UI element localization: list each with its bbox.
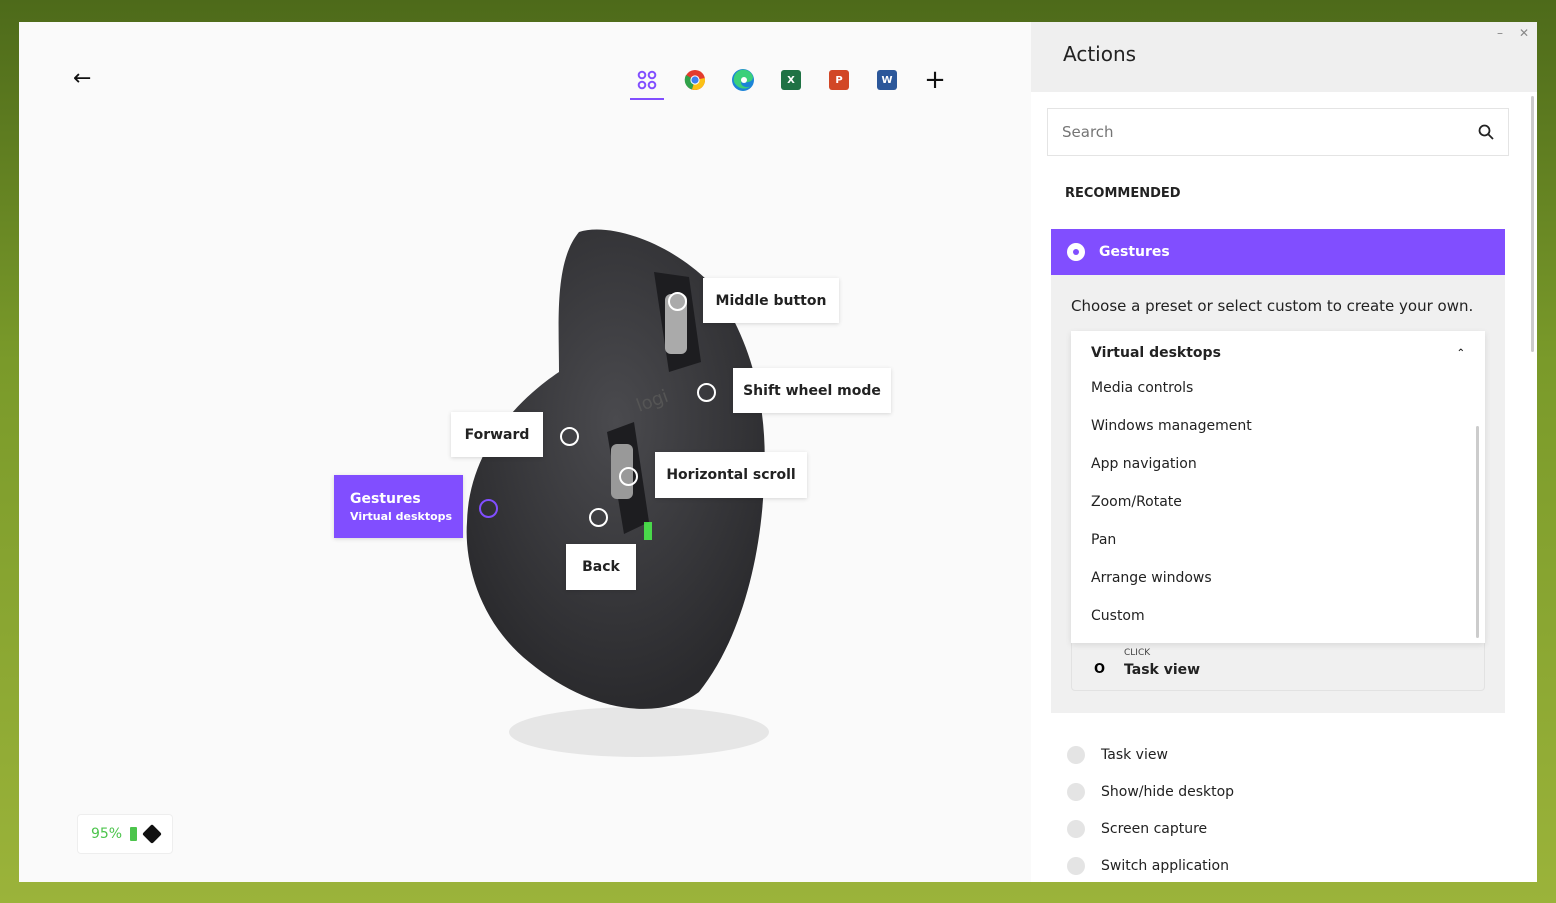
powerpoint-icon: P (829, 70, 849, 90)
callout-shift-wheel-mode[interactable]: Shift wheel mode (733, 368, 891, 413)
action-item[interactable]: Screen capture (1067, 810, 1234, 847)
hotspot-forward[interactable] (560, 427, 579, 446)
app-tabs: X P W + (630, 62, 951, 100)
actions-list: Task view Show/hide desktop Screen captu… (1067, 736, 1234, 882)
hotspot-gestures[interactable] (479, 499, 498, 518)
callout-horizontal-scroll[interactable]: Horizontal scroll (655, 452, 807, 498)
radio-icon (1067, 745, 1085, 764)
dropdown-scrollbar[interactable] (1476, 426, 1479, 638)
callout-gestures[interactable]: Gestures Virtual desktops (334, 475, 463, 538)
action-label: Show/hide desktop (1101, 783, 1235, 800)
callout-back[interactable]: Back (566, 544, 636, 590)
action-label: Screen capture (1101, 820, 1208, 837)
action-label: Task view (1101, 746, 1168, 763)
callout-middle-button[interactable]: Middle button (703, 278, 839, 323)
preset-dropdown-header[interactable]: Virtual desktops ⌃ (1071, 331, 1485, 375)
callout-forward[interactable]: Forward (451, 412, 543, 457)
add-application-button[interactable]: + (919, 62, 951, 98)
app-window: ← X P W + logi Middle button Shift wheel… (19, 22, 1537, 882)
action-gestures[interactable]: Gestures (1051, 229, 1505, 275)
action-item[interactable]: Task view (1067, 736, 1234, 773)
gesture-direction-icon: O (1094, 662, 1106, 677)
action-gestures-label: Gestures (1099, 244, 1170, 260)
battery-icon (130, 827, 138, 841)
action-item[interactable]: Show/hide desktop (1067, 773, 1234, 810)
chrome-icon (684, 70, 705, 90)
actions-header: Actions – ✕ (1031, 22, 1537, 92)
tab-chrome[interactable] (679, 62, 711, 98)
preset-option[interactable]: Pan (1071, 527, 1485, 565)
arrow-left-icon: ← (73, 66, 92, 91)
preset-option[interactable]: Windows management (1071, 413, 1485, 451)
preset-option[interactable]: Zoom/Rotate (1071, 489, 1485, 527)
gestures-sub-label: Virtual desktops (350, 509, 453, 523)
excel-icon: X (781, 70, 801, 90)
gestures-settings: Choose a preset or select custom to crea… (1051, 275, 1505, 713)
tab-all-applications[interactable] (630, 62, 664, 100)
gesture-type-label: CLICK (1124, 648, 1151, 658)
tab-edge[interactable] (727, 62, 759, 98)
recommended-heading: RECOMMENDED (1065, 186, 1181, 201)
hotspot-middle-button[interactable] (668, 292, 687, 311)
radio-icon (1067, 782, 1085, 801)
chevron-up-icon: ⌃ (1456, 347, 1465, 359)
hotspot-shift-wheel[interactable] (697, 383, 716, 402)
device-pane: ← X P W + logi Middle button Shift wheel… (19, 22, 1031, 882)
panel-title: Actions (1063, 42, 1137, 66)
preset-selected: Virtual desktops (1091, 345, 1221, 361)
gestures-label: Gestures (350, 490, 421, 507)
gestures-description: Choose a preset or select custom to crea… (1071, 297, 1474, 315)
connection-icon (142, 824, 162, 844)
battery-status: 95% (77, 814, 173, 854)
radio-icon (1067, 819, 1085, 838)
action-item[interactable]: Switch application (1067, 847, 1234, 882)
grid-icon (637, 70, 657, 90)
minimize-button[interactable]: – (1497, 26, 1503, 40)
tab-word[interactable]: W (871, 62, 903, 98)
action-label: Switch application (1101, 857, 1229, 874)
hotspot-horizontal-scroll[interactable] (619, 467, 638, 486)
battery-percent: 95% (90, 826, 123, 842)
plus-icon: + (924, 65, 946, 95)
gesture-action-label: Task view (1124, 662, 1201, 678)
tab-excel[interactable]: X (775, 62, 807, 98)
search-icon[interactable] (1478, 124, 1494, 140)
panel-scrollbar[interactable] (1531, 96, 1534, 352)
tab-powerpoint[interactable]: P (823, 62, 855, 98)
close-button[interactable]: ✕ (1519, 26, 1529, 40)
preset-option[interactable]: Arrange windows (1071, 565, 1485, 603)
preset-option[interactable]: Media controls (1071, 375, 1485, 413)
search-input[interactable] (1062, 123, 1442, 141)
back-button[interactable]: ← (73, 66, 91, 91)
actions-panel: Actions – ✕ RECOMMENDED Gestures Choose … (1031, 22, 1537, 882)
hotspot-back[interactable] (589, 508, 608, 527)
search-box (1047, 108, 1509, 156)
preset-dropdown[interactable]: Virtual desktops ⌃ Media controls Window… (1071, 331, 1485, 643)
radio-selected-icon (1067, 243, 1085, 261)
edge-icon (732, 69, 754, 91)
radio-icon (1067, 856, 1085, 875)
word-icon: W (877, 70, 897, 90)
preset-option[interactable]: App navigation (1071, 451, 1485, 489)
preset-option[interactable]: Custom (1071, 603, 1485, 641)
